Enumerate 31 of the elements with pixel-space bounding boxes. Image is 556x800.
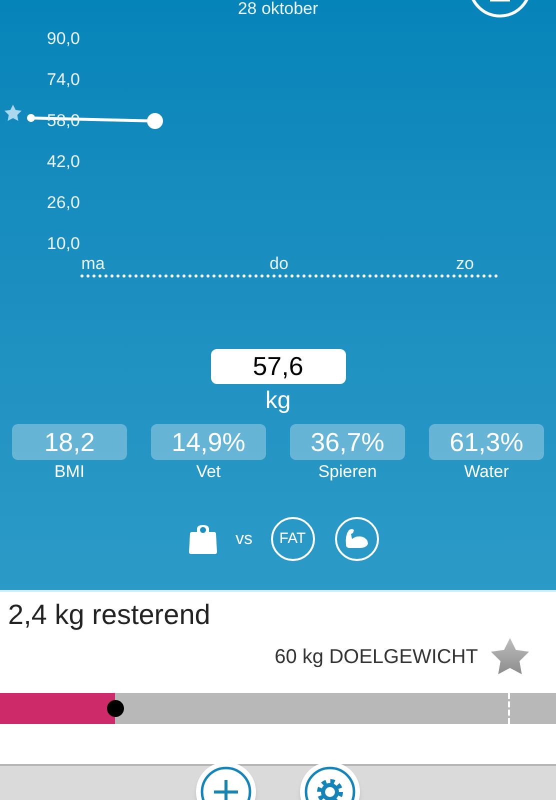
star-icon (4, 104, 22, 121)
fat-button[interactable]: FAT (270, 517, 314, 561)
data-point (147, 113, 163, 130)
weight-unit: kg (265, 386, 291, 416)
weight-value: 57,6 (210, 349, 346, 384)
goal-marker (508, 693, 510, 724)
x-tick-label: zo (456, 254, 474, 273)
stat-value: 14,9% (151, 424, 266, 460)
stat-label: Vet (196, 461, 221, 483)
date-title: 28 oktober (238, 0, 318, 18)
scale-icon[interactable] (188, 523, 218, 555)
star-icon[interactable] (490, 638, 530, 676)
stat-label: Water (464, 461, 509, 483)
y-tick-label: 74,0 (46, 70, 80, 89)
stat-label: BMI (54, 461, 85, 483)
muscle-arm-icon[interactable] (334, 517, 378, 561)
y-tick-label: 90,0 (46, 29, 80, 48)
goal-weight-text: 60 kg DOELGEWICHT (274, 645, 478, 670)
stat-value: 18,2 (12, 424, 127, 460)
y-tick-label: 26,0 (46, 193, 80, 212)
stat-value: 36,7% (290, 424, 405, 460)
x-tick-label: ma (81, 254, 105, 273)
y-tick-label: 42,0 (46, 152, 80, 171)
vs-label: vs (236, 528, 252, 550)
x-tick-label: do (270, 254, 288, 273)
y-tick-label: 10,0 (46, 234, 80, 253)
remaining-weight-text: 2,4 kg resterend (8, 598, 210, 632)
stat-value: 61,3% (429, 424, 544, 460)
stat-label: Spieren (318, 461, 377, 483)
progress-marker (107, 700, 124, 717)
data-point (27, 114, 35, 122)
